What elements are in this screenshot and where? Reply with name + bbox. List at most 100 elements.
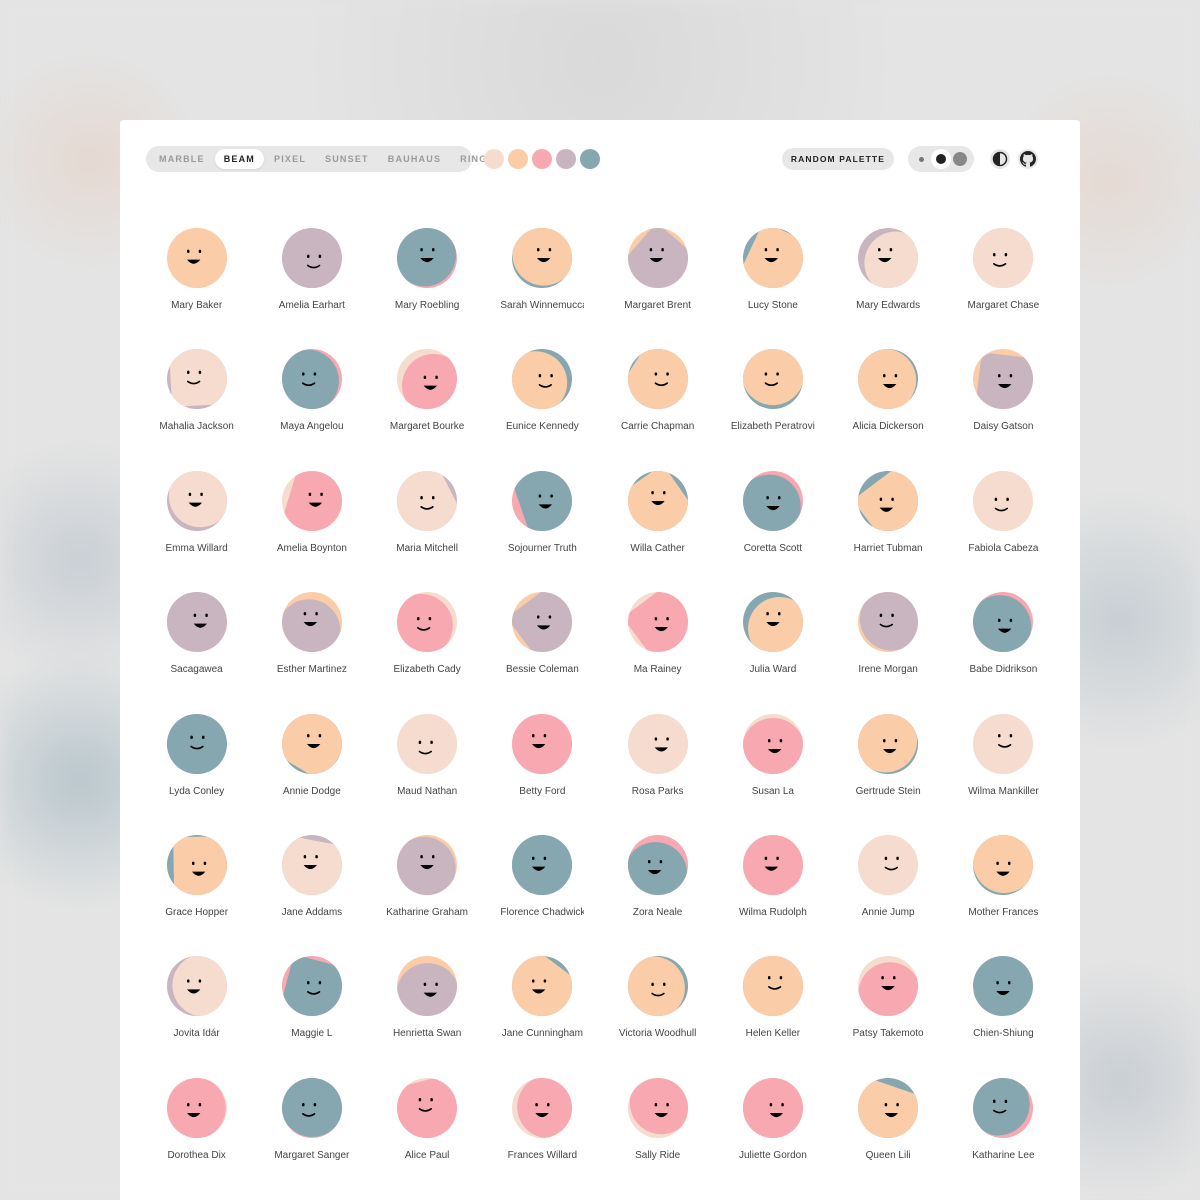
avatar-card[interactable]: Emma Willard xyxy=(139,470,254,592)
avatar-card[interactable]: Mary Roebling xyxy=(370,228,485,349)
avatar-card[interactable]: Sojourner Truth xyxy=(485,470,600,592)
avatar-card[interactable]: Amelia Earhart xyxy=(254,228,369,349)
size-small-option[interactable] xyxy=(912,149,931,169)
avatar-name: Margaret Sanger xyxy=(274,1149,350,1161)
avatar-card[interactable]: Jane Cunningham xyxy=(485,956,600,1077)
avatar-card[interactable]: Esther Martinez xyxy=(254,592,369,713)
toolbar: MARBLE BEAM PIXEL SUNSET BAUHAUS RING RANDOM … xyxy=(146,146,1054,172)
size-medium-option[interactable] xyxy=(931,149,951,169)
theme-toggle-button[interactable] xyxy=(990,149,1010,169)
avatar-image xyxy=(397,592,458,653)
palette-swatch-3[interactable] xyxy=(532,149,552,169)
avatar-card[interactable]: Wilma Rudolph xyxy=(715,834,830,956)
avatar-card[interactable]: Patsy Takemoto xyxy=(831,956,946,1077)
avatar-image xyxy=(281,1077,342,1138)
avatar-card[interactable]: Irene Morgan xyxy=(831,592,946,713)
avatar-name: Bessie Coleman xyxy=(505,664,579,676)
avatar-card[interactable]: Alicia Dickerson xyxy=(831,349,946,470)
avatar-card[interactable]: Mother Frances xyxy=(946,834,1061,956)
avatar-card[interactable]: Annie Jump xyxy=(831,834,946,956)
avatar-image xyxy=(627,228,688,288)
avatar-name: Annie Jump xyxy=(861,906,915,918)
avatar-card[interactable]: Betty Ford xyxy=(485,713,600,835)
size-large-option[interactable] xyxy=(951,149,970,169)
avatar-card[interactable]: Wilma Mankiller xyxy=(946,713,1061,835)
avatar-card[interactable]: Mary Baker xyxy=(139,228,254,349)
palette-swatch-5[interactable] xyxy=(580,149,600,169)
avatar-card[interactable]: Willa Cather xyxy=(600,470,715,592)
avatar-card[interactable]: Queen Lili xyxy=(831,1077,946,1199)
avatar-name: Susan La xyxy=(751,785,794,797)
avatar-card[interactable]: Maud Nathan xyxy=(370,713,485,835)
avatar-card[interactable]: Mary Edwards xyxy=(831,228,946,349)
avatar-card[interactable]: Amelia Boynton xyxy=(254,470,369,592)
avatar-name: Elizabeth Peratrovich xyxy=(730,421,815,433)
avatar-card[interactable]: Annie Dodge xyxy=(254,713,369,835)
avatar-image xyxy=(627,1077,688,1138)
avatar-card[interactable]: Maya Angelou xyxy=(254,349,369,470)
avatar-card[interactable]: Katharine Lee xyxy=(946,1077,1061,1199)
variant-tab-marble[interactable]: MARBLE xyxy=(150,149,214,169)
variant-tab-bauhaus[interactable]: BAUHAUS xyxy=(379,149,450,169)
avatar-card[interactable]: Zora Neale xyxy=(600,834,715,956)
avatar-name: Henrietta Swan xyxy=(392,1028,462,1040)
avatar-image xyxy=(627,592,688,653)
variant-tab-pixel[interactable]: PIXEL xyxy=(265,149,315,169)
avatar-image xyxy=(281,470,342,531)
avatar-card[interactable]: Elizabeth Cady xyxy=(370,592,485,713)
avatar-card[interactable]: Lyda Conley xyxy=(139,713,254,835)
avatar-card[interactable]: Chien-Shiung xyxy=(946,956,1061,1077)
avatar-card[interactable]: Margaret Brent xyxy=(600,228,715,349)
avatar-card[interactable]: Mahalia Jackson xyxy=(139,349,254,470)
avatar-card[interactable]: Julia Ward xyxy=(715,592,830,713)
variant-tab-sunset[interactable]: SUNSET xyxy=(316,149,378,169)
avatar-card[interactable]: Alice Paul xyxy=(370,1077,485,1199)
avatar-card[interactable]: Margaret Chase xyxy=(946,228,1061,349)
avatar-card[interactable]: Jovita Idár xyxy=(139,956,254,1077)
avatar-card[interactable]: Helen Keller xyxy=(715,956,830,1077)
avatar-card[interactable]: Katharine Graham xyxy=(370,834,485,956)
avatar-card[interactable]: Coretta Scott xyxy=(715,470,830,592)
avatar-card[interactable]: Daisy Gatson xyxy=(946,349,1061,470)
avatar-card[interactable]: Rosa Parks xyxy=(600,713,715,835)
avatar-card[interactable]: Victoria Woodhull xyxy=(600,956,715,1077)
avatar-image xyxy=(166,470,227,531)
avatar-card[interactable]: Maria Mitchell xyxy=(370,470,485,592)
avatar-card[interactable]: Sarah Winnemucca xyxy=(485,228,600,349)
avatar-card[interactable]: Frances Willard xyxy=(485,1077,600,1199)
avatar-card[interactable]: Gertrude Stein xyxy=(831,713,946,835)
avatar-card[interactable]: Florence Chadwick xyxy=(485,834,600,956)
avatar-card[interactable]: Grace Hopper xyxy=(139,834,254,956)
random-palette-button[interactable]: RANDOM PALETTE xyxy=(781,148,894,170)
avatar-card[interactable]: Eunice Kennedy xyxy=(485,349,600,470)
avatar-card[interactable]: Susan La xyxy=(715,713,830,835)
avatar-card[interactable]: Margaret Bourke xyxy=(370,349,485,470)
avatar-name: Lucy Stone xyxy=(747,300,798,311)
variant-tab-beam[interactable]: BEAM xyxy=(214,149,265,169)
avatar-card[interactable]: Babe Didrikson xyxy=(946,592,1061,713)
avatar-card[interactable]: Jane Addams xyxy=(254,834,369,956)
avatar-card[interactable]: Ma Rainey xyxy=(600,592,715,713)
avatar-name: Mary Edwards xyxy=(856,300,921,311)
palette-swatch-2[interactable] xyxy=(508,149,528,169)
avatar-card[interactable]: Sacagawea xyxy=(139,592,254,713)
palette-swatch-1[interactable] xyxy=(484,149,504,169)
avatar-card[interactable]: Maggie L xyxy=(254,956,369,1077)
avatar-card[interactable]: Elizabeth Peratrovich xyxy=(715,349,830,470)
avatar-card[interactable]: Henrietta Swan xyxy=(370,956,485,1077)
avatar-card[interactable]: Juliette Gordon xyxy=(715,1077,830,1199)
avatar-card[interactable]: Fabiola Cabeza xyxy=(946,470,1061,592)
avatar-card[interactable]: Bessie Coleman xyxy=(485,592,600,713)
github-icon xyxy=(1020,151,1036,167)
avatar-card[interactable]: Margaret Sanger xyxy=(254,1077,369,1199)
avatar-card[interactable]: Dorothea Dix xyxy=(139,1077,254,1199)
avatar-name: Amelia Earhart xyxy=(278,300,345,311)
avatar-card[interactable]: Lucy Stone xyxy=(715,228,830,349)
avatar-card[interactable]: Harriet Tubman xyxy=(831,470,946,592)
avatar-name: Harriet Tubman xyxy=(853,542,923,554)
medium-dot-icon xyxy=(935,154,946,164)
palette-swatch-4[interactable] xyxy=(556,149,576,169)
avatar-card[interactable]: Sally Ride xyxy=(600,1077,715,1199)
github-link[interactable] xyxy=(1018,149,1038,169)
avatar-card[interactable]: Carrie Chapman xyxy=(600,349,715,470)
